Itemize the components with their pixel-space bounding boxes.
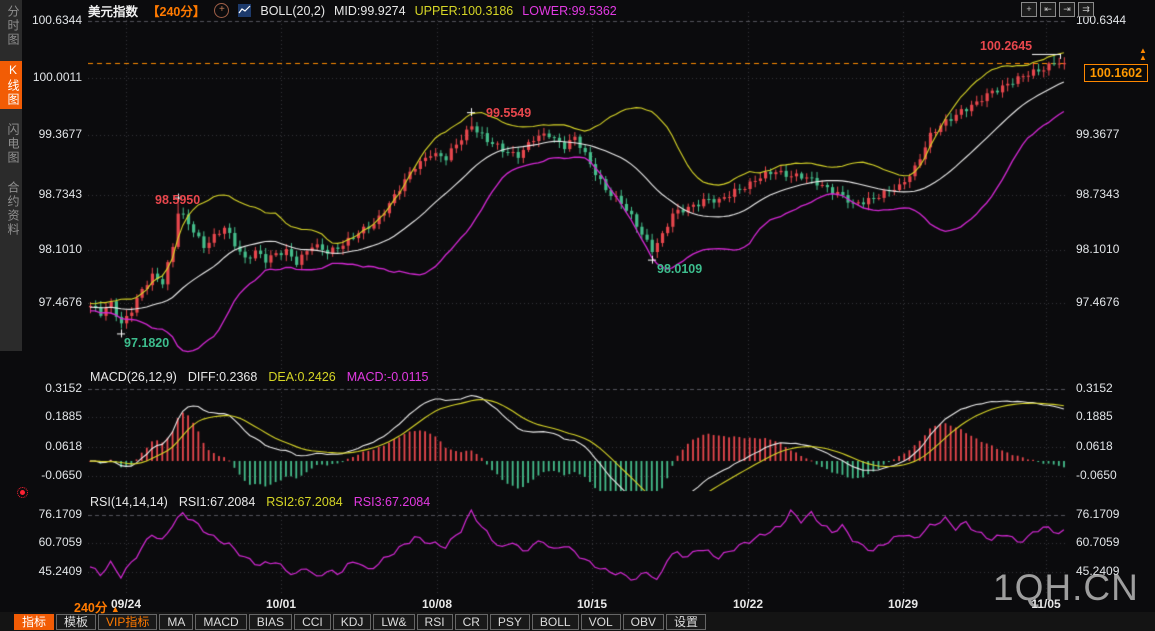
sidebar-tab-kline-chart[interactable]: K线图 — [0, 61, 22, 109]
axis-tick-label: 0.0618 — [45, 439, 82, 453]
axis-tick-label: -0.0650 — [1076, 468, 1117, 482]
boll-mid-value: MID:99.9274 — [334, 4, 406, 18]
sidebar-tab-time-chart[interactable]: 分时图 — [0, 3, 22, 49]
toolbar-item-cci[interactable]: CCI — [294, 614, 331, 630]
axis-tick-label: 97.4676 — [1076, 295, 1119, 309]
axis-tick-label: -0.0650 — [41, 468, 82, 482]
axis-tick-label: 60.7059 — [39, 535, 82, 549]
axis-tick-label: 0.3152 — [1076, 381, 1113, 395]
axis-tick-label: 98.7343 — [39, 187, 82, 201]
x-axis-label: 10/29 — [888, 597, 918, 611]
period-badge[interactable]: 【240分】 — [147, 1, 205, 20]
toolbar-item-lw[interactable]: LW& — [373, 614, 414, 630]
axis-tick-label: 100.0011 — [33, 70, 82, 84]
toolbar-item-kdj[interactable]: KDJ — [333, 614, 372, 630]
toolbar-item-indicators[interactable]: 指标 — [14, 614, 54, 630]
price-up-arrow-icon: ▲▲ — [1139, 47, 1147, 61]
axis-tick-label: 0.1885 — [45, 409, 82, 423]
macd-header: MACD(26,12,9) DIFF:0.2368 DEA:0.2426 MAC… — [90, 370, 429, 384]
rsi2-value: RSI2:67.2084 — [266, 495, 342, 509]
period-selector[interactable]: 240分 ▲ — [74, 597, 120, 616]
chart-header: 美元指数 【240分】 + BOLL(20,2) MID:99.9274 UPP… — [88, 2, 617, 19]
axis-tick-label: 98.7343 — [1076, 187, 1119, 201]
circle-plus-icon[interactable]: + — [214, 3, 229, 18]
toolbar-item-macd[interactable]: MACD — [195, 614, 246, 630]
futures-chart-app: 分时图 K线图闪电图合约资料 美元指数 【240分】 + BOLL(20,2) M… — [0, 0, 1155, 631]
macd-hist-value: MACD:-0.0115 — [347, 370, 429, 384]
y-axis-right: 100.634499.367798.734398.101097.46760.31… — [1074, 0, 1154, 597]
axis-tick-label: 98.1010 — [39, 242, 82, 256]
axis-tick-label: 45.2409 — [39, 564, 82, 578]
indicator-toolbar: 指标模板VIP指标MAMACDBIASCCIKDJLW&RSICRPSYBOLL… — [0, 612, 1155, 631]
left-sidebar: 分时图 K线图闪电图合约资料 — [0, 0, 22, 351]
x-axis: 09/2410/0110/0810/1510/2210/2911/05 — [0, 596, 1155, 612]
macd-params-label: MACD(26,12,9) — [90, 370, 177, 384]
sidebar-tab-flash-chart[interactable]: 闪电图 — [0, 121, 22, 167]
boll-lower-value: LOWER:99.5362 — [522, 4, 617, 18]
toolbar-item-vol[interactable]: VOL — [581, 614, 621, 630]
rsi1-value: RSI1:67.2084 — [179, 495, 255, 509]
chart-scale-controls: +⇤⇥⇉ — [1021, 2, 1094, 17]
price-annotation-low: 98.0109 — [657, 262, 702, 276]
current-price-tag: 100.1602 — [1084, 64, 1148, 82]
axis-tick-label: 60.7059 — [1076, 535, 1119, 549]
axis-tick-label: 99.3677 — [1076, 127, 1119, 141]
rsi-params-label: RSI(14,14,14) — [90, 495, 168, 509]
toolbar-item-psy[interactable]: PSY — [490, 614, 530, 630]
axis-tick-label: 76.1709 — [39, 507, 82, 521]
price-annotation-low: 97.1820 — [124, 336, 169, 350]
axis-tick-label: 99.3677 — [39, 127, 82, 141]
x-axis-label: 10/15 — [577, 597, 607, 611]
x-axis-label: 10/01 — [266, 597, 296, 611]
x-axis-label: 10/08 — [422, 597, 452, 611]
compress-right-icon[interactable]: ⇥ — [1059, 2, 1075, 17]
toolbar-item-obv[interactable]: OBV — [623, 614, 664, 630]
toolbar-item-ma[interactable]: MA — [159, 614, 193, 630]
toolbar-item-rsi[interactable]: RSI — [417, 614, 453, 630]
chevron-up-icon: ▲ — [111, 604, 120, 614]
axis-tick-label: 0.3152 — [45, 381, 82, 395]
axis-tick-label: 98.1010 — [1076, 242, 1119, 256]
axis-tick-label: 0.1885 — [1076, 409, 1113, 423]
axis-tick-label: 0.0618 — [1076, 439, 1113, 453]
macd-dea-value: DEA:0.2426 — [268, 370, 335, 384]
shift-right-icon[interactable]: ⇉ — [1078, 2, 1094, 17]
price-annotation-high: 100.2645 — [980, 39, 1032, 53]
compress-left-icon[interactable]: ⇤ — [1040, 2, 1056, 17]
sidebar-tab-contract-info[interactable]: 合约资料 — [0, 179, 22, 239]
alert-dot-icon[interactable] — [17, 487, 28, 498]
x-axis-label: 10/22 — [733, 597, 763, 611]
toolbar-item-boll[interactable]: BOLL — [532, 614, 579, 630]
symbol-name: 美元指数 — [88, 1, 138, 20]
kline-chart-icon — [238, 4, 251, 17]
toolbar-item-cr[interactable]: CR — [455, 614, 488, 630]
watermark: 1QH.CN — [993, 567, 1139, 609]
crosshair-icon[interactable]: + — [1021, 2, 1037, 17]
boll-params-label: BOLL(20,2) — [260, 4, 325, 18]
y-axis-left: 100.6344 100.0011 99.3677 98.7343 98.1010 97.… — [24, 0, 84, 597]
rsi-header: RSI(14,14,14) RSI1:67.2084 RSI2:67.2084 … — [90, 495, 430, 509]
rsi3-value: RSI3:67.2084 — [354, 495, 430, 509]
axis-tick-label: 76.1709 — [1076, 507, 1119, 521]
macd-diff-value: DIFF:0.2368 — [188, 370, 257, 384]
axis-tick-label: 97.4676 — [39, 295, 82, 309]
axis-tick-label: 100.6344 — [32, 13, 82, 27]
toolbar-item-settings[interactable]: 设置 — [666, 614, 706, 630]
boll-upper-value: UPPER:100.3186 — [415, 4, 514, 18]
toolbar-item-bias[interactable]: BIAS — [249, 614, 292, 630]
price-annotation-high: 98.5950 — [155, 193, 200, 207]
price-annotation-high: 99.5549 — [486, 106, 531, 120]
